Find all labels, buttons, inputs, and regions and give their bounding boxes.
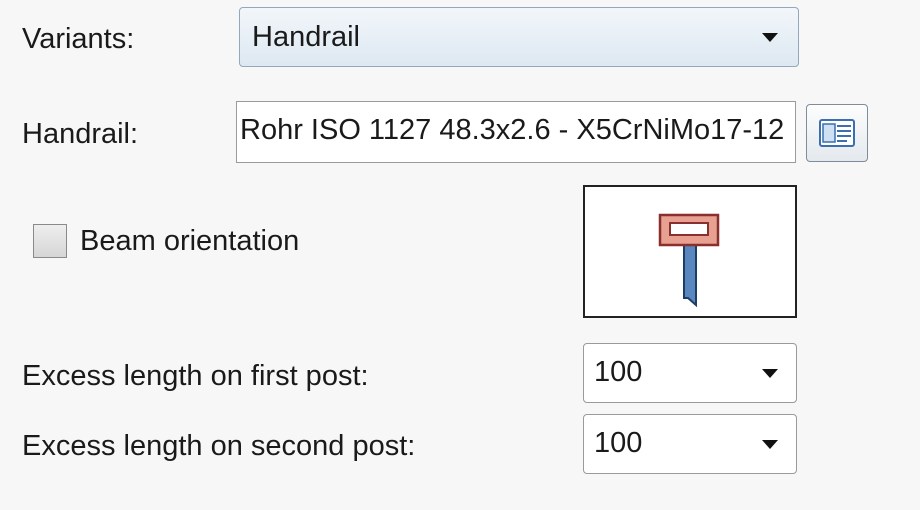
chevron-down-icon <box>762 368 778 378</box>
chevron-down-icon <box>762 32 778 42</box>
profile-preview <box>583 185 797 318</box>
beam-orientation-checkbox[interactable] <box>33 224 67 258</box>
handrail-profile-icon <box>658 213 720 308</box>
chevron-down-icon <box>762 439 778 449</box>
excess-first-label: Excess length on first post: <box>22 360 369 392</box>
excess-first-value: 100 <box>594 356 643 388</box>
excess-second-label: Excess length on second post: <box>22 430 416 462</box>
handrail-label: Handrail: <box>22 118 139 150</box>
variants-dropdown[interactable]: Handrail <box>239 7 799 67</box>
handrail-field[interactable]: Rohr ISO 1127 48.3x2.6 - X5CrNiMo17-12 <box>236 101 796 163</box>
excess-first-dropdown[interactable]: 100 <box>583 343 797 403</box>
excess-second-value: 100 <box>594 427 643 459</box>
catalog-icon <box>819 119 855 147</box>
browse-catalog-button[interactable] <box>806 104 868 162</box>
excess-second-dropdown[interactable]: 100 <box>583 414 797 474</box>
beam-orientation-label[interactable]: Beam orientation <box>80 227 299 256</box>
variants-selected-value: Handrail <box>252 20 360 53</box>
variants-label: Variants: <box>22 23 135 55</box>
